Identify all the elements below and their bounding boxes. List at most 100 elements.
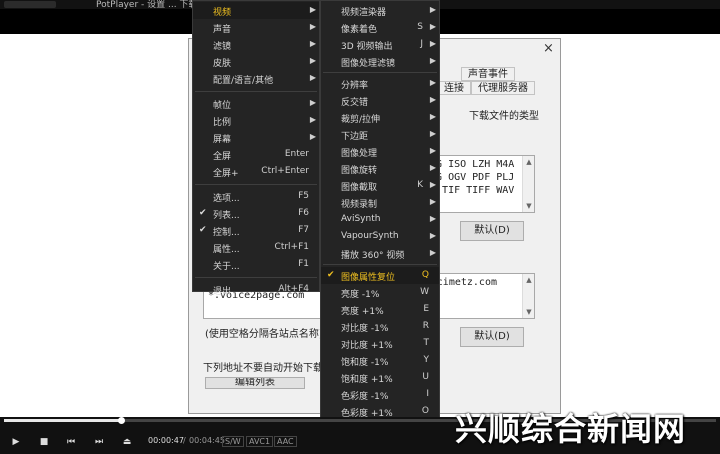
- menu-video-item[interactable]: 对比度 +1% T: [321, 335, 439, 352]
- menu-item-label: 3D 视频输出: [341, 42, 393, 52]
- menu-item-label: 滤镜: [213, 42, 232, 52]
- prev-icon[interactable]: ⏮: [63, 435, 79, 449]
- menu-video-item[interactable]: VapourSynth ▶: [321, 228, 439, 245]
- stop-icon[interactable]: ■: [36, 435, 52, 449]
- menu-item-label: 图像处理滤镜: [341, 59, 396, 69]
- submenu-arrow-icon: ▶: [429, 39, 436, 48]
- menu-item-shortcut: F5: [298, 191, 309, 201]
- menu-item-label: 关于...: [213, 262, 240, 272]
- scroll-down-icon[interactable]: ▼: [523, 306, 534, 318]
- menu-video-item[interactable]: 亮度 -1% W: [321, 284, 439, 301]
- menu-item-label: 图像旋转: [341, 166, 378, 176]
- menu-video-item[interactable]: 播放 360° 视频 ▶: [321, 245, 439, 262]
- menu-main-item[interactable]: 声音 ▶: [193, 19, 319, 36]
- menu-item-shortcut: K: [417, 180, 423, 190]
- play-icon[interactable]: ▶: [8, 435, 24, 449]
- menu-item-shortcut: J: [420, 39, 423, 49]
- sites-scrollbar[interactable]: ▲ ▼: [522, 274, 534, 318]
- tab-audio-event[interactable]: 声音事件: [461, 67, 515, 81]
- menu-video-item[interactable]: 图像旋转 ▶: [321, 160, 439, 177]
- menu-item-shortcut: R: [422, 321, 429, 331]
- seek-progress: [4, 419, 121, 422]
- badge-audio-codec[interactable]: AAC: [274, 436, 297, 447]
- menu-main-item[interactable]: ✔ 控制... F7: [193, 222, 319, 239]
- menu-main-item[interactable]: 屏幕 ▶: [193, 129, 319, 146]
- menu-item-label: 全屏: [213, 152, 232, 162]
- menu-item-shortcut: F1: [298, 259, 309, 269]
- default-button-filetypes[interactable]: 默认(D): [460, 221, 524, 241]
- menu-item-label: 比例: [213, 118, 232, 128]
- menu-video-item[interactable]: 图像截取 K ▶: [321, 177, 439, 194]
- menu-main-item[interactable]: 皮肤 ▶: [193, 53, 319, 70]
- filetypes-scrollbar[interactable]: ▲ ▼: [522, 156, 534, 212]
- menu-video-item[interactable]: 视频渲染器 ▶: [321, 2, 439, 19]
- menu-main-item[interactable]: 配置/语言/其他 ▶: [193, 70, 319, 87]
- menu-main-item[interactable]: 帧位 ▶: [193, 95, 319, 112]
- menu-item-shortcut: Enter: [284, 149, 309, 159]
- menu-item-label: 皮肤: [213, 59, 232, 69]
- context-menu-video: 视频渲染器 ▶ 像素着色 S ▶ 3D 视频输出 J ▶ 图像处理滤镜 ▶ 分辨率 ▶ 反交错 ▶ 裁剪/拉…: [320, 0, 440, 446]
- potplayer-window: PotPlayer - 设置 ... 下载 (选项) × 声音事件 连接 代理服…: [0, 0, 720, 454]
- scroll-down-icon[interactable]: ▼: [523, 200, 534, 212]
- menu-main-item[interactable]: 视频 ▶: [193, 2, 319, 19]
- menu-video-item[interactable]: 对比度 -1% R: [321, 318, 439, 335]
- menu-video-item[interactable]: AviSynth ▶: [321, 211, 439, 228]
- menu-item-shortcut: O: [421, 406, 429, 416]
- badge-sw[interactable]: S/W: [222, 436, 244, 447]
- menu-video-item[interactable]: 饱和度 +1% U: [321, 369, 439, 386]
- menu-video-item[interactable]: 下边距 ▶: [321, 126, 439, 143]
- menu-item-shortcut: T: [423, 338, 430, 348]
- menu-video-item[interactable]: 图像处理滤镜 ▶: [321, 53, 439, 70]
- menu-item-label: 全屏+: [213, 169, 239, 179]
- menu-main-item[interactable]: ✔ 列表... F6: [193, 205, 319, 222]
- menu-item-shortcut: I: [426, 389, 429, 399]
- scroll-up-icon[interactable]: ▲: [523, 156, 534, 168]
- menu-video-item[interactable]: 裁剪/拉伸 ▶: [321, 109, 439, 126]
- default-button-sites[interactable]: 默认(D): [460, 327, 524, 347]
- menu-main-item[interactable]: 关于... F1: [193, 256, 319, 273]
- seek-handle[interactable]: [118, 417, 125, 424]
- tab-connect[interactable]: 连接: [437, 81, 471, 95]
- menu-main-item[interactable]: 属性... Ctrl+F1: [193, 239, 319, 256]
- menu-item-label: 饱和度 -1%: [341, 358, 389, 368]
- edit-list-button[interactable]: 编辑列表: [205, 377, 305, 389]
- menu-video-item[interactable]: 像素着色 S ▶: [321, 19, 439, 36]
- tab-proxy[interactable]: 代理服务器: [471, 81, 535, 95]
- submenu-arrow-icon: ▶: [309, 5, 316, 14]
- menu-item-shortcut: Q: [421, 270, 429, 280]
- scroll-up-icon[interactable]: ▲: [523, 274, 534, 286]
- next-icon[interactable]: ⏭: [91, 435, 107, 449]
- menu-video-item[interactable]: 亮度 +1% E: [321, 301, 439, 318]
- menu-item-label: 亮度 +1%: [341, 307, 384, 317]
- menu-video-item[interactable]: 反交错 ▶: [321, 92, 439, 109]
- menu-separator: [323, 72, 437, 73]
- menu-video-item[interactable]: ✔ 图像属性复位 Q: [321, 267, 439, 284]
- eject-icon[interactable]: ⏏: [119, 435, 135, 449]
- badge-video-codec[interactable]: AVC1: [246, 436, 274, 447]
- menu-item-label: 像素着色: [341, 25, 378, 35]
- menu-item-shortcut: U: [422, 372, 429, 382]
- watermark: 兴顺综合新闻网: [455, 410, 687, 448]
- menu-video-item[interactable]: 饱和度 -1% Y: [321, 352, 439, 369]
- menu-main-item[interactable]: 全屏+ Ctrl+Enter: [193, 163, 319, 180]
- time-total: 00:04:45: [189, 436, 225, 445]
- check-icon: ✔: [199, 225, 207, 235]
- submenu-arrow-icon: ▶: [429, 197, 436, 206]
- menu-main-item[interactable]: 退出 Alt+F4: [193, 281, 319, 298]
- menu-item-label: 声音: [213, 25, 232, 35]
- menu-main-item[interactable]: 滤镜 ▶: [193, 36, 319, 53]
- menu-main-item[interactable]: 选项... F5: [193, 188, 319, 205]
- menu-main-item[interactable]: 全屏 Enter: [193, 146, 319, 163]
- menu-main-item[interactable]: 比例 ▶: [193, 112, 319, 129]
- menu-video-item[interactable]: 3D 视频输出 J ▶: [321, 36, 439, 53]
- menu-item-shortcut: Ctrl+Enter: [261, 166, 309, 176]
- time-current: 00:00:47: [148, 436, 184, 445]
- menu-item-label: 对比度 -1%: [341, 324, 389, 334]
- menu-video-item[interactable]: 色彩度 -1% I: [321, 386, 439, 403]
- menu-video-item[interactable]: 分辨率 ▶: [321, 75, 439, 92]
- menu-video-item[interactable]: 视频录制 ▶: [321, 194, 439, 211]
- menu-item-shortcut: Y: [423, 355, 430, 365]
- menu-video-item[interactable]: 图像处理 ▶: [321, 143, 439, 160]
- menu-item-label: 亮度 -1%: [341, 290, 380, 300]
- dialog-close-button[interactable]: ×: [543, 41, 554, 56]
